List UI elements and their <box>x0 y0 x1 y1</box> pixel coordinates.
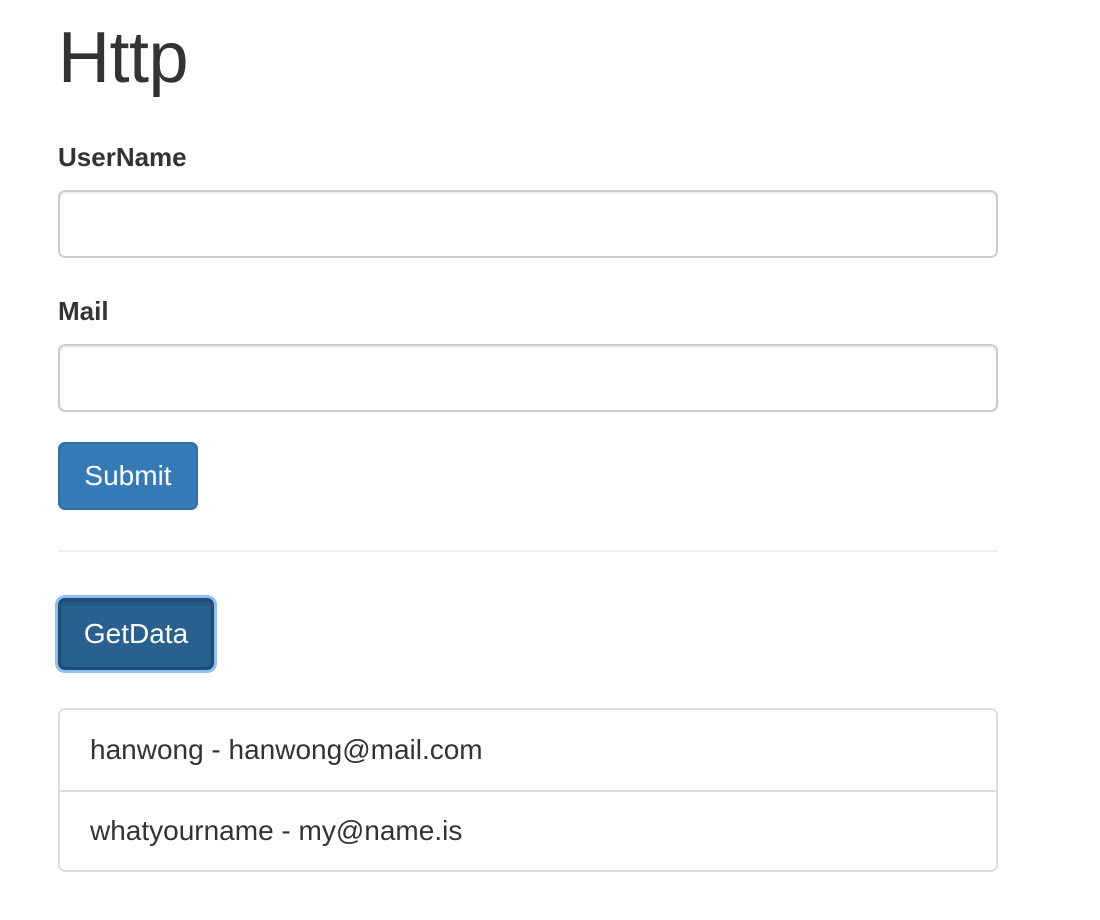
results-list: hanwong - hanwong@mail.com whatyourname … <box>58 708 998 872</box>
username-input[interactable] <box>58 190 998 258</box>
mail-label: Mail <box>58 296 109 326</box>
getdata-button[interactable]: GetData <box>58 598 214 670</box>
mail-form-group: Mail <box>58 298 998 412</box>
divider <box>58 550 998 552</box>
page-title: Http <box>58 18 189 98</box>
username-label: UserName <box>58 142 187 172</box>
submit-button[interactable]: Submit <box>58 442 198 510</box>
page-container: Http UserName Mail Submit GetData hanwon… <box>58 0 998 872</box>
list-item: whatyourname - my@name.is <box>60 790 996 870</box>
mail-input[interactable] <box>58 344 998 412</box>
list-item: hanwong - hanwong@mail.com <box>90 734 483 765</box>
username-form-group: UserName <box>58 144 998 258</box>
